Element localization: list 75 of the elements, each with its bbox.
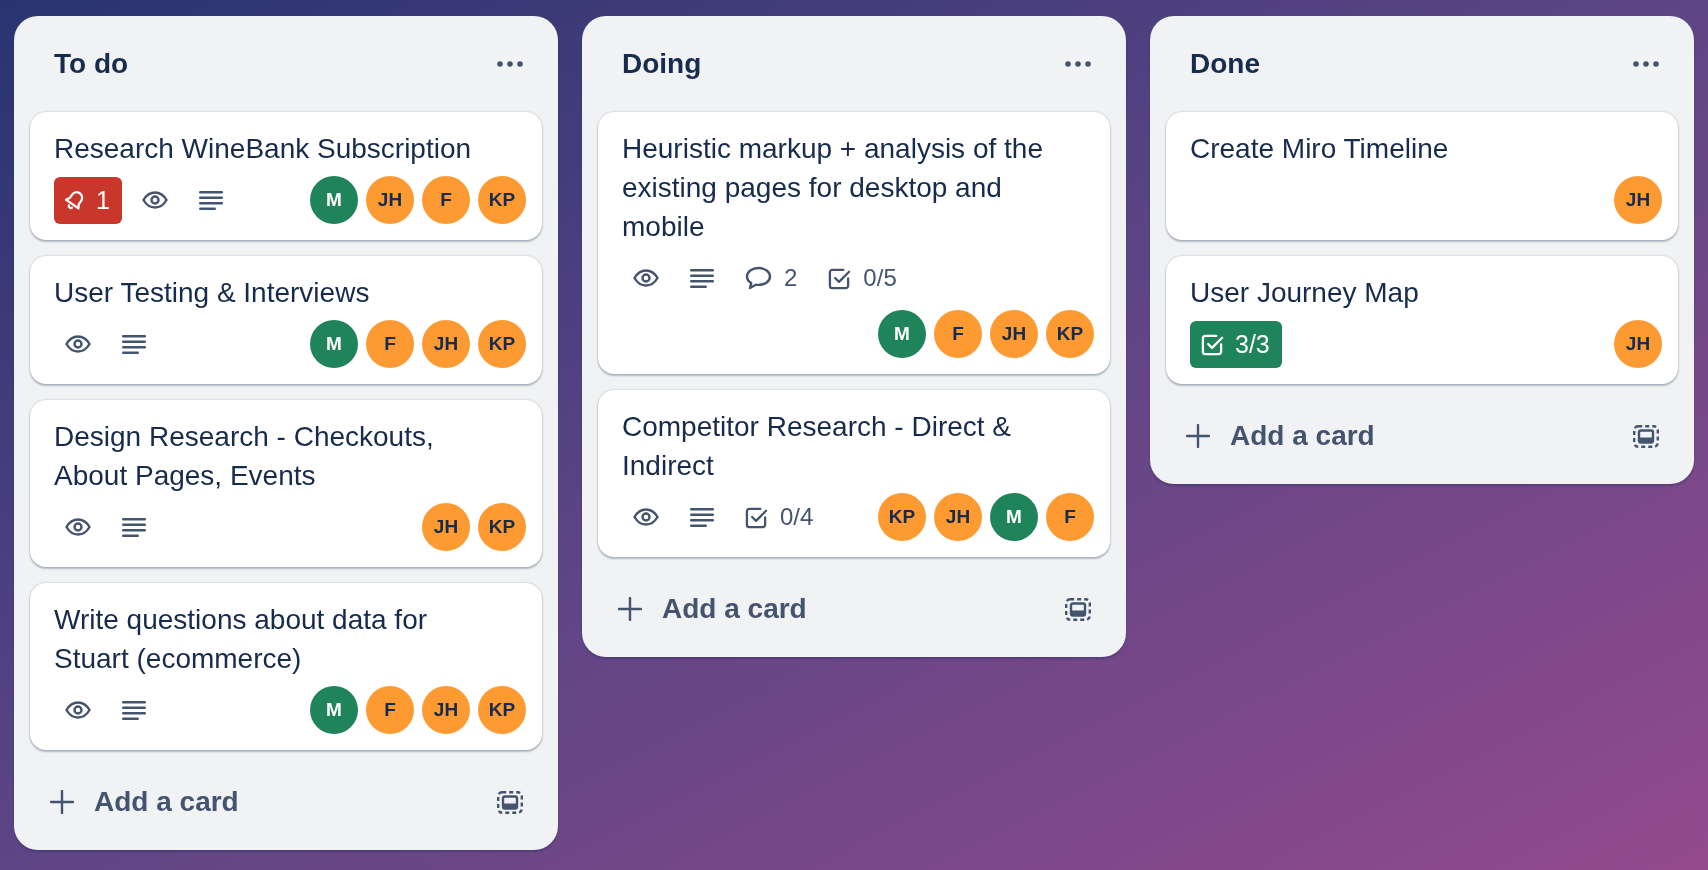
more-options-icon[interactable] bbox=[497, 61, 523, 67]
card-title: User Journey Map bbox=[1190, 276, 1420, 310]
member-avatar: JH bbox=[990, 310, 1038, 358]
member-avatar: KP bbox=[478, 320, 526, 368]
member-avatar: F bbox=[366, 686, 414, 734]
eye-icon bbox=[65, 701, 91, 719]
member-avatar: JH bbox=[422, 320, 470, 368]
eye-icon bbox=[633, 508, 659, 526]
card-title: Competitor Research - Direct & Indirect bbox=[622, 410, 1012, 483]
checkbox-icon bbox=[1201, 332, 1224, 356]
member-avatar: F bbox=[934, 310, 982, 358]
member-avatar: M bbox=[878, 310, 926, 358]
task-card[interactable]: User Testing & Interviews M F JH KP bbox=[30, 256, 542, 384]
task-card[interactable]: User Journey Map 3/3 JH bbox=[1166, 256, 1678, 384]
add-card-button[interactable]: Add a card bbox=[30, 774, 485, 830]
more-options-icon[interactable] bbox=[1065, 61, 1091, 67]
eye-icon bbox=[65, 335, 91, 353]
checklist-count: 0/4 bbox=[780, 502, 814, 532]
member-avatar: F bbox=[366, 320, 414, 368]
task-card[interactable]: Research WineBank Subscription 1 M JH F KP bbox=[30, 112, 542, 240]
add-card-button[interactable]: Add a card bbox=[598, 581, 1053, 637]
checklist-count: 0/5 bbox=[863, 263, 897, 293]
text-lines-icon bbox=[122, 517, 146, 537]
member-avatar: KP bbox=[478, 176, 526, 224]
more-options-icon[interactable] bbox=[1633, 61, 1659, 67]
task-card[interactable]: Design Research - Checkouts, About Pages, Events JH KP bbox=[30, 400, 542, 567]
task-card[interactable]: Create Miro Timeline JH bbox=[1166, 112, 1678, 240]
text-lines-icon bbox=[122, 334, 146, 354]
member-avatar: M bbox=[990, 493, 1038, 541]
card-title: Design Research - Checkouts, About Pages, Events bbox=[54, 420, 435, 493]
plus-icon bbox=[618, 597, 642, 621]
eye-icon bbox=[65, 518, 91, 536]
member-avatar: M bbox=[310, 686, 358, 734]
list-title: Doing bbox=[622, 47, 702, 81]
member-avatar: JH bbox=[1614, 320, 1662, 368]
member-avatar: KP bbox=[478, 686, 526, 734]
member-avatar: JH bbox=[422, 686, 470, 734]
text-lines-icon bbox=[198, 190, 223, 210]
comment-count: 2 bbox=[784, 263, 798, 293]
member-avatar: KP bbox=[878, 493, 926, 541]
checklist-count: 3/3 bbox=[1235, 329, 1270, 359]
member-avatar: JH bbox=[934, 493, 982, 541]
eye-icon bbox=[633, 269, 659, 287]
task-card[interactable]: Competitor Research - Direct & Indirect 0/4 KP JH M F bbox=[598, 390, 1110, 557]
member-avatar: JH bbox=[366, 176, 414, 224]
notification-count: 1 bbox=[96, 185, 110, 215]
speech-bubble-icon bbox=[745, 266, 772, 290]
member-avatar: KP bbox=[1046, 310, 1094, 358]
plus-icon bbox=[1186, 424, 1210, 448]
member-avatar: M bbox=[310, 320, 358, 368]
add-card-button[interactable]: Add a card bbox=[1166, 408, 1621, 464]
card-title: Create Miro Timeline bbox=[1190, 132, 1450, 166]
card-template-icon[interactable] bbox=[497, 790, 523, 814]
plus-icon bbox=[50, 790, 74, 814]
card-template-icon[interactable] bbox=[1065, 597, 1091, 621]
text-lines-icon bbox=[690, 507, 714, 527]
member-avatar: JH bbox=[422, 503, 470, 551]
member-avatar: JH bbox=[1614, 176, 1662, 224]
text-lines-icon bbox=[690, 268, 714, 288]
member-avatar: F bbox=[422, 176, 470, 224]
list-title: To do bbox=[54, 47, 129, 81]
task-card[interactable]: Heuristic markup + analysis of the existing pages for desktop and mobile 2 0/5 M F JH KP bbox=[598, 112, 1110, 374]
bell-icon bbox=[65, 189, 85, 211]
member-avatar: KP bbox=[478, 503, 526, 551]
card-title: Write questions about data for Stuart (ecommerce) bbox=[54, 603, 429, 676]
card-title: Heuristic markup + analysis of the existing pages for desktop and mobile bbox=[622, 132, 1044, 244]
card-template-icon[interactable] bbox=[1633, 424, 1659, 448]
eye-icon bbox=[141, 191, 168, 209]
member-avatar: M bbox=[310, 176, 358, 224]
text-lines-icon bbox=[122, 700, 146, 720]
card-title: User Testing & Interviews bbox=[54, 276, 371, 310]
task-card[interactable]: Write questions about data for Stuart (ecommerce) M F JH KP bbox=[30, 583, 542, 750]
list-title: Done bbox=[1190, 47, 1260, 81]
card-title: Research WineBank Subscription bbox=[54, 132, 473, 166]
member-avatar: F bbox=[1046, 493, 1094, 541]
